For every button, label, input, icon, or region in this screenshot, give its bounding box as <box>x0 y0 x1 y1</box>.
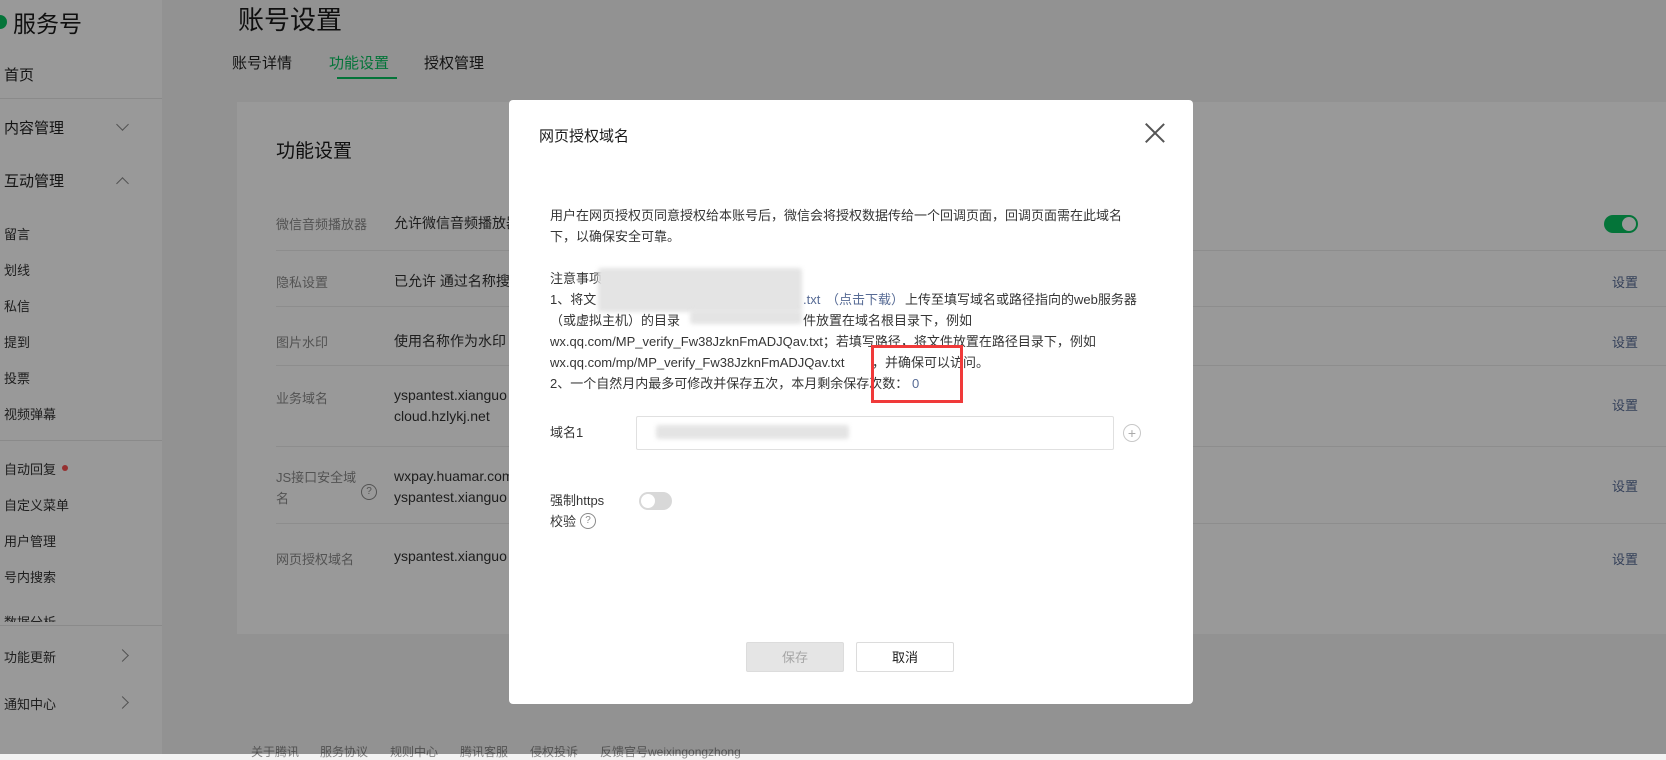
dialog-title: 网页授权域名 <box>539 128 630 145</box>
cancel-button[interactable]: 取消 <box>856 642 954 672</box>
note1-file-suffix: .txt <box>803 292 821 307</box>
redacted-path <box>690 310 802 324</box>
add-domain-icon[interactable]: + <box>1123 424 1141 442</box>
note1-line4-path: wx.qq.com/mp/MP_verify_Fw38JzknFmADJQav.… <box>550 355 845 370</box>
download-link[interactable]: （点击下载） <box>826 289 904 310</box>
https-label: 强制https <box>550 493 605 508</box>
highlight-annotation-box <box>871 345 963 403</box>
dialog-intro-line2: 下，以确保安全可靠。 <box>550 229 681 244</box>
note1-line2-suffix: 件放置在域名根目录下，例如 <box>803 313 973 328</box>
note1-prefix: 1、将文 <box>550 292 597 307</box>
note1-line2-prefix: （或虚拟主机）的目录 <box>550 313 680 328</box>
redacted-domain-value <box>656 425 849 439</box>
domain-label: 域名1 <box>550 425 584 440</box>
oauth-domain-dialog <box>509 100 1193 704</box>
https-label-line2: 校验 <box>550 514 577 529</box>
note1-line3: wx.qq.com/MP_verify_Fw38JzknFmADJQav.txt… <box>550 334 1096 349</box>
note1-rest: 上传至填写域名或路径指向的web服务器 <box>905 292 1137 307</box>
close-icon[interactable] <box>1144 122 1166 144</box>
help-icon[interactable]: ? <box>580 513 596 529</box>
redacted-filename <box>598 268 802 312</box>
note2-text: 2、一个自然月内最多可修改并保存五次，本月剩余保存次数： <box>550 376 909 391</box>
force-https-toggle[interactable] <box>639 492 672 510</box>
dialog-intro-line1: 用户在网页授权页同意授权给本账号后，微信会将授权数据传给一个回调页面，回调页面需… <box>550 208 1123 223</box>
save-button[interactable]: 保存 <box>746 642 844 672</box>
